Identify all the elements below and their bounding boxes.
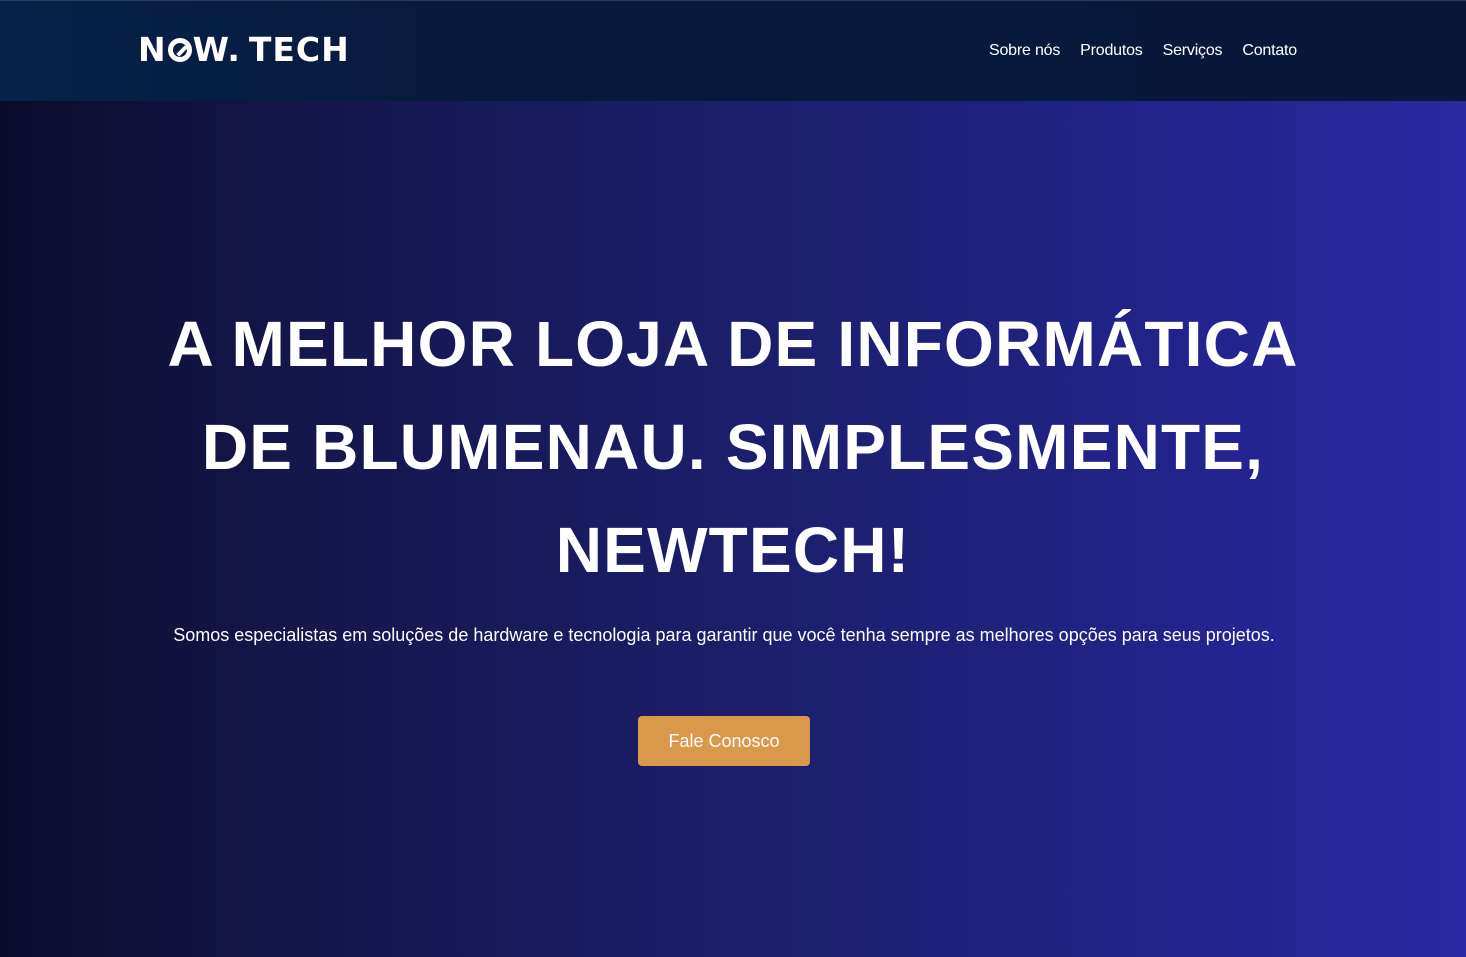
newtech-logo[interactable]: N W. TECH: [138, 29, 350, 69]
nav-link-contato[interactable]: Contato: [1242, 40, 1297, 62]
hero-subtitle: Somos especialistas em soluções de hardw…: [173, 625, 1275, 645]
logo-text-n: N: [138, 29, 167, 69]
logo-text-tech: TECH: [248, 29, 350, 69]
fale-conosco-button[interactable]: Fale Conosco: [638, 716, 810, 766]
site-header: N W. TECH Sobre nós Produtos Serviços Co…: [0, 0, 1466, 101]
nav-link-sobre-nos[interactable]: Sobre nós: [989, 40, 1060, 62]
nav-link-servicos[interactable]: Serviços: [1163, 40, 1223, 62]
logo-e-icon: [167, 38, 192, 62]
logo-text-w: W.: [192, 29, 241, 69]
main-nav: Sobre nós Produtos Serviços Contato: [989, 40, 1297, 62]
nav-link-produtos[interactable]: Produtos: [1080, 40, 1143, 62]
hero-title: A MELHOR LOJA DE INFORMÁTICA DE BLUMENAU…: [167, 308, 1299, 586]
hero-section: A MELHOR LOJA DE INFORMÁTICA DE BLUMENAU…: [0, 101, 1466, 957]
page: N W. TECH Sobre nós Produtos Serviços Co…: [0, 0, 1466, 957]
